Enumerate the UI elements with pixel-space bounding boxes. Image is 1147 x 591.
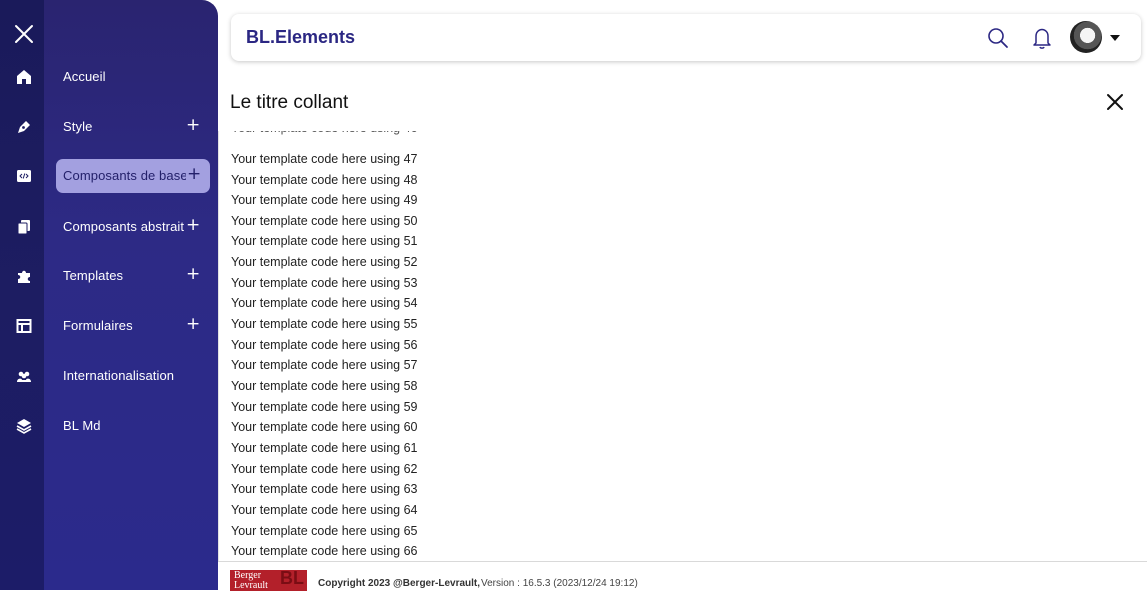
- list-item: Your template code here using 51: [231, 234, 418, 248]
- list-item: Your template code here using 54: [231, 296, 418, 310]
- expand-plus-icon[interactable]: +: [186, 115, 200, 135]
- list-item: Your template code here using 48: [231, 173, 418, 187]
- list-item: Your template code here using 57: [231, 358, 418, 372]
- sidebar-item-label: Style: [63, 119, 93, 134]
- sidebar-item-label: Composants abstraits: [63, 219, 184, 234]
- partial-line: Your template code here using 46: [231, 131, 417, 135]
- scroll-content[interactable]: Your template code here using 46 Your te…: [218, 131, 1147, 561]
- sidebar-item-label: Formulaires: [63, 318, 133, 333]
- list-item: Your template code here using 56: [231, 338, 418, 352]
- list-item: Your template code here using 49: [231, 193, 418, 207]
- code-icon: [17, 170, 31, 182]
- sidebar-item-label: Composants de base: [63, 168, 186, 183]
- avatar[interactable]: [1070, 21, 1102, 53]
- sidebar-item-label: Internationalisation: [63, 368, 175, 383]
- list-item: Your template code here using 62: [231, 462, 418, 476]
- expand-plus-icon[interactable]: +: [186, 215, 200, 235]
- berger-levrault-logo[interactable]: Berger Levrault BL: [230, 570, 307, 591]
- list-item: Your template code here using 64: [231, 503, 418, 517]
- pen-icon: [18, 121, 30, 133]
- copyright-text: Copyright 2023 @Berger-Levrault,: [318, 578, 481, 589]
- list-item: Your template code here using 47: [231, 152, 418, 166]
- sidebar-item-accueil[interactable]: Accueil: [0, 60, 218, 94]
- page-title: Le titre collant: [230, 92, 349, 113]
- people-icon: [17, 371, 31, 382]
- list-item: Your template code here using 66: [231, 544, 418, 558]
- expand-plus-icon[interactable]: +: [186, 264, 200, 284]
- sidebar-item-style[interactable]: Style +: [0, 110, 218, 144]
- list-item: Your template code here using 61: [231, 441, 418, 455]
- close-panel-button[interactable]: [1105, 92, 1125, 112]
- list-item: Your template code here using 60: [231, 420, 418, 434]
- sidebar-item-composants-de-base[interactable]: Composants de base +: [0, 159, 218, 193]
- sidebar-item-bl-md[interactable]: BL Md: [0, 409, 218, 443]
- close-menu-button[interactable]: [11, 21, 37, 47]
- footer: Berger Levrault BL Copyright 2023 @Berge…: [218, 561, 1147, 591]
- home-icon: [17, 70, 31, 84]
- list-item: Your template code here using 63: [231, 482, 418, 496]
- expand-plus-icon[interactable]: +: [186, 314, 200, 334]
- close-icon: [15, 25, 33, 43]
- app-title[interactable]: BL.Elements: [246, 27, 355, 48]
- notifications-button[interactable]: [1031, 26, 1053, 55]
- sidebar-item-formulaires[interactable]: Formulaires +: [0, 309, 218, 343]
- list-item: Your template code here using 50: [231, 214, 418, 228]
- expand-plus-icon[interactable]: +: [187, 164, 201, 184]
- bell-icon: [1033, 28, 1051, 49]
- search-icon: [988, 28, 1008, 48]
- logo-mark: BL: [280, 570, 304, 588]
- list-item: Your template code here using 65: [231, 524, 418, 538]
- sidebar-item-composants-abstraits[interactable]: Composants abstraits +: [0, 210, 218, 244]
- sidebar-item-label: Templates: [63, 268, 124, 283]
- list-item: Your template code here using 55: [231, 317, 418, 331]
- list-item: Your template code here using 53: [231, 276, 418, 290]
- close-icon: [1107, 94, 1123, 110]
- sidebar-item-label: BL Md: [63, 418, 101, 433]
- sidebar-item-label: Accueil: [63, 69, 106, 84]
- active-item-highlight[interactable]: Composants de base +: [56, 159, 210, 193]
- layers-icon: [16, 419, 32, 434]
- sidebar-item-templates[interactable]: Templates +: [0, 259, 218, 293]
- puzzle-icon: [18, 270, 30, 283]
- top-app-bar: BL.Elements: [231, 14, 1141, 61]
- list-item: Your template code here using 52: [231, 255, 418, 269]
- list-item: Your template code here using 58: [231, 379, 418, 393]
- version-text: Version : 16.5.3 (2023/12/24 19:12): [481, 578, 638, 589]
- sidebar-item-internationalisation[interactable]: Internationalisation: [0, 359, 218, 393]
- caret-down-icon: [1110, 35, 1120, 41]
- list-item: Your template code here using 59: [231, 400, 418, 414]
- sidebar: Accueil Style + Composants de base + Com…: [0, 0, 218, 590]
- search-button[interactable]: [987, 27, 1009, 54]
- copy-icon: [17, 220, 30, 235]
- account-menu-toggle[interactable]: [1108, 31, 1122, 49]
- layout-icon: [16, 319, 32, 333]
